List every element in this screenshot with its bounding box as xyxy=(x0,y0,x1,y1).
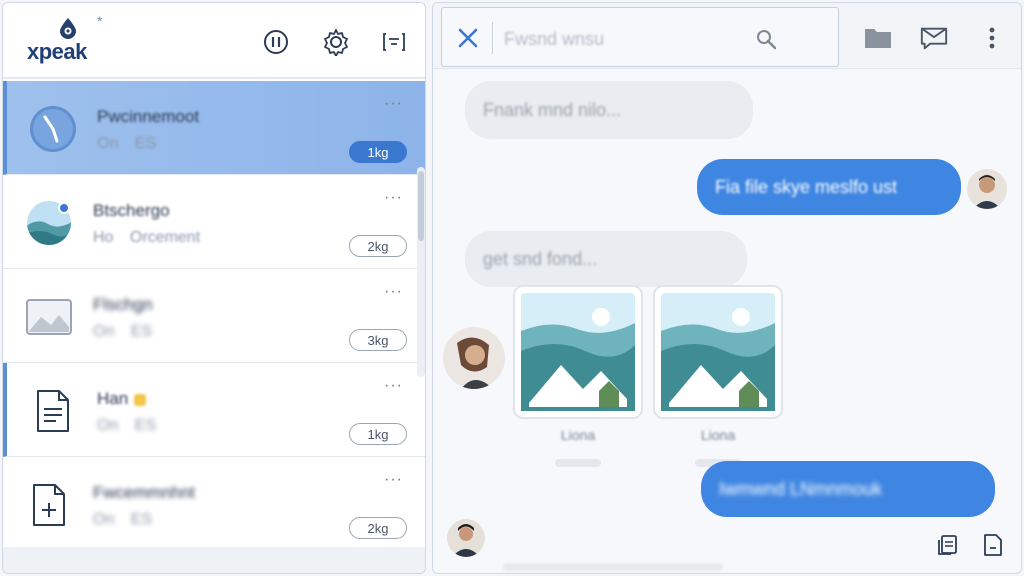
filter-button[interactable] xyxy=(379,27,409,57)
search-divider xyxy=(492,22,493,54)
clock-avatar xyxy=(29,105,77,153)
user-avatar-icon xyxy=(443,327,505,389)
gear-icon xyxy=(324,29,348,56)
avatar[interactable] xyxy=(443,327,505,389)
status-button[interactable] xyxy=(261,27,291,57)
filter-icon xyxy=(383,33,405,51)
brand-logo[interactable]: * xpeak xyxy=(27,13,117,67)
size-badge: 1kg xyxy=(349,423,407,445)
avatar[interactable] xyxy=(447,519,485,557)
logo-star: * xyxy=(97,13,103,29)
conversation-item[interactable]: Han On ES ··· 1kg xyxy=(3,363,425,457)
message-text: get snd fond... xyxy=(483,248,598,269)
message-text: Fnank mnd nilo... xyxy=(483,99,622,120)
message-text: Iwmwnd LNmnmouk xyxy=(719,478,883,499)
landscape-avatar xyxy=(25,199,73,247)
file-add-thumb xyxy=(25,481,73,529)
file-add-icon xyxy=(33,484,65,526)
outgoing-message[interactable]: Fia file skye meslfo ust xyxy=(697,159,961,215)
search-input[interactable] xyxy=(504,26,704,52)
landscape-image-icon xyxy=(521,293,635,411)
file-button[interactable] xyxy=(979,531,1007,559)
conversation-sidebar: * xpeak Pwcinnemoot On ES ··· 1kg Btsche… xyxy=(2,2,426,574)
image-icon xyxy=(26,299,72,335)
image-attachment[interactable] xyxy=(513,285,643,419)
chat-panel: Fnank mnd nilo... Fia file skye meslfo u… xyxy=(432,2,1022,574)
brand-name: xpeak xyxy=(27,39,87,64)
conversation-subtitle: On ES xyxy=(97,417,157,434)
item-menu-button[interactable]: ··· xyxy=(384,95,403,113)
mail-icon xyxy=(920,27,948,50)
unread-marker xyxy=(134,393,147,406)
pause-circle-icon xyxy=(264,30,288,54)
document-icon xyxy=(37,390,69,432)
conversation-subtitle: On ES xyxy=(93,511,153,528)
size-badge: 2kg xyxy=(349,235,407,257)
message-button[interactable] xyxy=(919,23,949,53)
search-bar xyxy=(441,7,839,67)
conversation-title: Flschgn xyxy=(93,295,153,314)
message-text: Fia file skye meslfo ust xyxy=(715,176,898,197)
copy-document-icon xyxy=(938,535,957,555)
incoming-message[interactable]: Fnank mnd nilo... xyxy=(465,81,753,139)
sidebar-footer xyxy=(3,547,425,573)
image-thumb xyxy=(25,293,73,341)
conversation-list: Pwcinnemoot On ES ··· 1kg Btschergo Ho O… xyxy=(3,81,425,573)
attachment-meta xyxy=(555,459,601,467)
chat-header xyxy=(433,3,1021,69)
conversation-subtitle: Ho Orcement xyxy=(93,229,201,246)
conversation-title-text: Han xyxy=(97,389,129,408)
conversation-title: Btschergo xyxy=(93,201,170,220)
outgoing-message[interactable]: Iwmwnd LNmnmouk xyxy=(701,461,995,517)
conversation-title: Han xyxy=(97,389,147,409)
user-avatar-icon xyxy=(967,169,1007,209)
messenger-app: * xpeak Pwcinnemoot On ES ··· 1kg Btsche… xyxy=(0,0,1024,576)
conversation-title: Fwcemmnhnt xyxy=(93,483,196,502)
conversation-item[interactable]: Fwcemmnhnt On ES ··· 2kg xyxy=(3,457,425,551)
clock-icon xyxy=(30,106,76,152)
landscape-image-icon xyxy=(661,293,775,411)
folder-icon xyxy=(865,29,891,48)
search-icon[interactable] xyxy=(754,28,778,52)
more-vertical-icon xyxy=(989,27,995,49)
file-icon xyxy=(984,534,1002,556)
item-menu-button[interactable]: ··· xyxy=(384,283,403,301)
attachment-label: Liona xyxy=(560,427,596,443)
size-badge: 2kg xyxy=(349,517,407,539)
size-badge: 3kg xyxy=(349,329,407,351)
conversation-item[interactable]: Btschergo Ho Orcement ··· 2kg xyxy=(3,175,425,269)
avatar[interactable] xyxy=(967,169,1007,209)
user-avatar-icon xyxy=(447,519,485,557)
item-menu-button[interactable]: ··· xyxy=(384,189,403,207)
size-badge: 1kg xyxy=(349,141,407,163)
conversation-title: Pwcinnemoot xyxy=(97,107,200,126)
logo-drop-icon xyxy=(60,18,76,39)
typing-indicator xyxy=(503,563,723,571)
folder-button[interactable] xyxy=(863,23,893,53)
incoming-message[interactable]: get snd fond... xyxy=(465,231,747,287)
document-thumb xyxy=(29,387,77,435)
conversation-item[interactable]: Pwcinnemoot On ES ··· 1kg xyxy=(3,81,425,175)
image-attachment[interactable] xyxy=(653,285,783,419)
more-options-button[interactable] xyxy=(977,23,1007,53)
attachment-label: Liona xyxy=(700,427,736,443)
conversation-subtitle: On ES xyxy=(97,135,157,152)
item-menu-button[interactable]: ··· xyxy=(384,377,403,395)
copy-button[interactable] xyxy=(933,531,961,559)
item-menu-button[interactable]: ··· xyxy=(384,471,403,489)
conversation-item[interactable]: Flschgn On ES ··· 3kg xyxy=(3,269,425,363)
landscape-photo-icon xyxy=(27,201,71,245)
close-icon[interactable] xyxy=(456,26,480,50)
scrollbar-thumb[interactable] xyxy=(418,171,424,241)
settings-button[interactable] xyxy=(321,27,351,57)
conversation-subtitle: On ES xyxy=(93,323,153,340)
sidebar-header: * xpeak xyxy=(3,3,425,79)
